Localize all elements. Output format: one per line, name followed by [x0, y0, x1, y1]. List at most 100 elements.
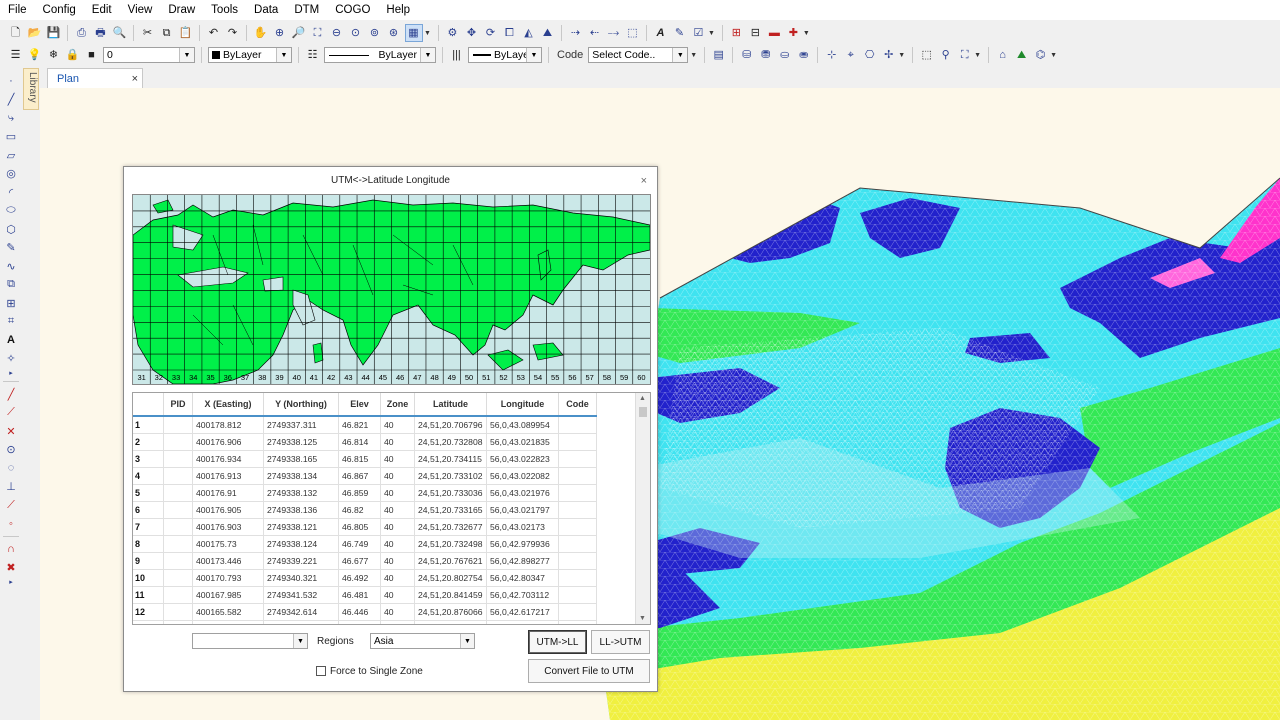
table-row[interactable]: 13 400162.5442749343.80446.4194024,51,20.…: [133, 620, 597, 624]
edit-text-icon[interactable]: ✎: [671, 25, 687, 41]
undo-icon[interactable]: ↶: [206, 25, 222, 41]
redo-icon[interactable]: ↷: [225, 25, 241, 41]
snap-off-icon[interactable]: ✖: [0, 559, 22, 578]
menu-file[interactable]: File: [0, 0, 35, 20]
select-similar-icon[interactable]: ⛶: [957, 47, 973, 63]
table-row[interactable]: 1 400178.812 2749337.311 46.821 40 24,51,20.7…: [133, 416, 597, 434]
zoom-preview-icon[interactable]: 🔍: [112, 25, 128, 41]
point-list-icon[interactable]: ▤: [711, 47, 727, 63]
dimension-icon[interactable]: ⊟: [747, 25, 763, 41]
cell-pid[interactable]: [163, 484, 193, 502]
cell-lon[interactable]: 56,0,43.022823: [486, 450, 559, 468]
cell-lat[interactable]: 24,51,20.732677: [414, 518, 487, 536]
cell-x[interactable]: 400176.934: [192, 450, 264, 468]
convert-file-button[interactable]: Convert File to UTM: [528, 659, 650, 683]
table-row[interactable]: 2 400176.906 2749338.125 46.814 40 24,51,20.7…: [133, 433, 597, 451]
regions-select[interactable]: Asia ▼: [370, 633, 475, 649]
cell-zone[interactable]: 40: [380, 484, 415, 502]
cell-y[interactable]: 2749338.124: [263, 535, 339, 553]
cell-y[interactable]: 2749340.321: [263, 569, 339, 587]
arc-icon[interactable]: ◜: [0, 183, 22, 202]
menu-help[interactable]: Help: [378, 0, 418, 20]
zoom-realtime-icon[interactable]: ⊚: [367, 25, 383, 41]
cell-y[interactable]: 2749341.532: [263, 586, 339, 604]
cell-x[interactable]: 400162.544: [192, 620, 264, 624]
col-code[interactable]: Code: [558, 393, 597, 417]
cell-code[interactable]: [558, 450, 597, 468]
cogo-icon[interactable]: ⎔: [862, 47, 878, 63]
cell-elev[interactable]: 46.749: [338, 535, 381, 553]
circle-icon[interactable]: ◎: [0, 165, 22, 184]
table-row[interactable]: 8 400175.73 2749338.124 46.749 40 24,51,20.73…: [133, 535, 597, 553]
snap-center-icon[interactable]: ⊙: [0, 441, 22, 460]
chevron-up-icon[interactable]: ▲: [639, 395, 646, 402]
cell-pid[interactable]: [163, 620, 193, 624]
col-pid[interactable]: PID: [163, 393, 193, 417]
table-row[interactable]: 9 400173.446 2749339.221 46.677 40 24,51,20.7…: [133, 552, 597, 570]
zone-map[interactable]: 31 32 33 34 35 36 37 38 39 40 41 42 43 44 45 46 47 48 49 50…: [132, 194, 651, 385]
cell-elev[interactable]: 46.492: [338, 569, 381, 587]
select-icon[interactable]: ⬚: [919, 47, 935, 63]
table-row[interactable]: 4 400176.913 2749338.134 46.867 40 24,51,20.7…: [133, 467, 597, 485]
cell-code[interactable]: [558, 433, 597, 451]
cell-elev[interactable]: 46.419: [338, 620, 381, 624]
table-row[interactable]: 3 400176.934 2749338.165 46.815 40 24,51,20.7…: [133, 450, 597, 468]
insert-icon[interactable]: ⊞: [0, 294, 22, 313]
snap-quadrant-icon[interactable]: ◌: [0, 459, 22, 478]
layer-freeze-icon[interactable]: ❄: [46, 47, 62, 63]
close-icon[interactable]: ×: [132, 73, 138, 85]
cell-lon[interactable]: 56,0,42.979936: [486, 535, 559, 553]
snap-intersection-icon[interactable]: ✕: [0, 422, 22, 441]
cell-lat[interactable]: 24,51,20.767621: [414, 552, 487, 570]
menu-config[interactable]: Config: [35, 0, 84, 20]
house-icon[interactable]: ⌂: [995, 47, 1011, 63]
chevron-down-icon[interactable]: ▼: [639, 615, 646, 622]
move-icon[interactable]: ✥: [463, 25, 479, 41]
grid-scrollbar[interactable]: ▲ ▼: [635, 393, 650, 624]
cell-lat[interactable]: 24,51,20.733036: [414, 484, 487, 502]
cell-lon[interactable]: 56,0,43.021835: [486, 433, 559, 451]
surface-icon[interactable]: ⛰: [539, 25, 555, 41]
cell-elev[interactable]: 46.821: [338, 416, 381, 434]
cell-lat[interactable]: 24,51,20.733102: [414, 467, 487, 485]
close-icon[interactable]: ×: [641, 175, 647, 187]
cell-elev[interactable]: 46.859: [338, 484, 381, 502]
zoom-window-icon[interactable]: ⊕: [272, 25, 288, 41]
cell-y[interactable]: 2749338.136: [263, 501, 339, 519]
cell-x[interactable]: 400170.793: [192, 569, 264, 587]
pan-icon[interactable]: ✋: [253, 25, 269, 41]
menu-draw[interactable]: Draw: [160, 0, 203, 20]
cell-pid[interactable]: [163, 501, 193, 519]
col-longitude[interactable]: Longitude: [486, 393, 559, 417]
offset-line-icon[interactable]: ⤍: [605, 25, 621, 41]
select-filter-icon[interactable]: ⚲: [938, 47, 954, 63]
coordinate-grid[interactable]: PID X (Easting) Y (Northing) Elev Zone L…: [132, 392, 651, 625]
menu-view[interactable]: View: [120, 0, 161, 20]
cell-elev[interactable]: 46.805: [338, 518, 381, 536]
zoom-out-icon[interactable]: ⊖: [329, 25, 345, 41]
chevron-right-icon[interactable]: ▸: [0, 368, 22, 378]
cell-code[interactable]: [558, 552, 597, 570]
rectangle-icon[interactable]: ▭: [0, 128, 22, 147]
chevron-down-icon[interactable]: ▼: [708, 30, 715, 37]
cell-y[interactable]: 2749338.125: [263, 433, 339, 451]
cell-lon[interactable]: 56,0,43.021797: [486, 501, 559, 519]
cell-lon[interactable]: 56,0,43.02173: [486, 518, 559, 536]
menu-data[interactable]: Data: [246, 0, 286, 20]
ellipse-icon[interactable]: ⬭: [0, 202, 22, 221]
table-row[interactable]: 10 400170.793 2749340.321 46.492 40 24,51,20.…: [133, 569, 597, 587]
terrain-icon[interactable]: ⛰: [1014, 47, 1030, 63]
cell-code[interactable]: [558, 620, 597, 624]
line-icon[interactable]: ╱: [0, 91, 22, 110]
cell-x[interactable]: 400176.91: [192, 484, 264, 502]
cell-zone[interactable]: 40: [380, 467, 415, 485]
cell-lon[interactable]: 56,0,42.80347: [486, 569, 559, 587]
layer-on-icon[interactable]: 💡: [27, 47, 43, 63]
snap-nearest-icon[interactable]: ◦: [0, 515, 22, 534]
cell-zone[interactable]: 40: [380, 552, 415, 570]
point-icon[interactable]: ·: [0, 72, 22, 91]
print-icon[interactable]: 🖶: [93, 25, 109, 41]
col-latitude[interactable]: Latitude: [414, 393, 487, 417]
snap-perpendicular-icon[interactable]: ⊥: [0, 478, 22, 497]
cell-pid[interactable]: [163, 569, 193, 587]
